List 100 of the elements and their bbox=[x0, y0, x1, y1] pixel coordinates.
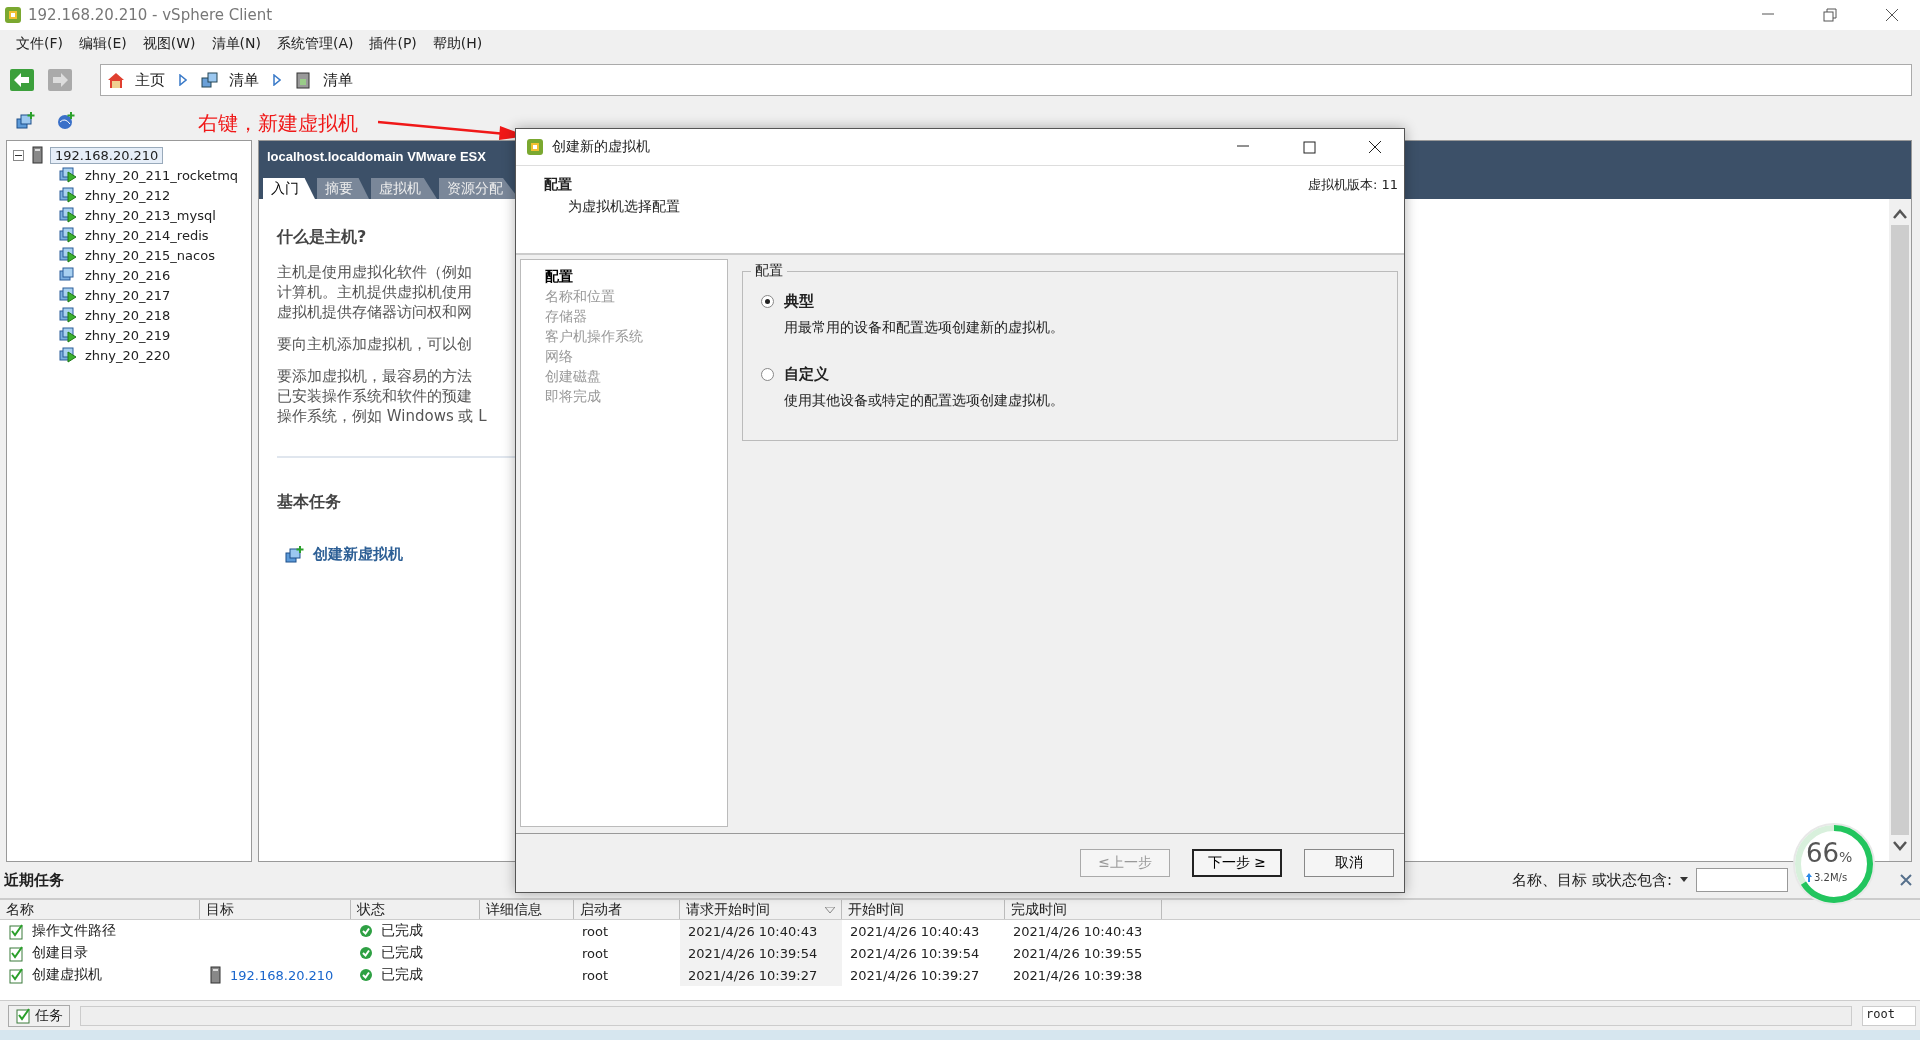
tree-item[interactable]: zhny_20_218 bbox=[83, 307, 173, 323]
step-title: 配置 bbox=[544, 176, 573, 194]
app-logo-icon bbox=[4, 6, 22, 24]
server-icon bbox=[208, 966, 222, 984]
tree-item[interactable]: zhny_20_212 bbox=[83, 187, 173, 203]
dropdown-caret-icon[interactable] bbox=[1680, 877, 1688, 883]
task-check-icon bbox=[15, 1007, 31, 1024]
annotation-text: 右键，新建虚拟机 bbox=[198, 110, 358, 137]
tree-item[interactable]: zhny_20_219 bbox=[83, 327, 173, 343]
wizard-step: 配置 bbox=[545, 266, 727, 286]
column-header[interactable]: 启动者 bbox=[574, 900, 680, 919]
server-icon bbox=[30, 146, 44, 164]
tree-item[interactable]: zhny_20_215_nacos bbox=[83, 247, 217, 263]
table-cell: 2021/4/26 10:40:43 bbox=[850, 923, 980, 939]
percent-label: 66% bbox=[1806, 838, 1853, 868]
success-icon bbox=[359, 946, 373, 960]
breadcrumb-item[interactable]: 清单 bbox=[289, 70, 359, 90]
table-cell: root bbox=[582, 967, 609, 983]
table-cell: 创建虚拟机 bbox=[32, 966, 102, 984]
radio-button[interactable] bbox=[761, 295, 774, 308]
table-cell: 2021/4/26 10:40:43 bbox=[688, 923, 818, 939]
option-description: 使用其他设备或特定的配置选项创建虚拟机。 bbox=[783, 392, 1065, 410]
paragraph-line: 虚拟机提供存储器访问权和网 bbox=[277, 302, 473, 322]
paragraph-line: 要向主机添加虚拟机，可以创 bbox=[277, 334, 473, 354]
chevron-down-icon[interactable] bbox=[1893, 841, 1907, 851]
table-cell: 2021/4/26 10:39:27 bbox=[688, 967, 818, 983]
tree-item[interactable]: zhny_20_213_mysql bbox=[83, 207, 218, 223]
task-check-icon bbox=[8, 966, 24, 984]
table-cell: 2021/4/26 10:39:54 bbox=[850, 945, 980, 961]
tree-item[interactable]: zhny_20_217 bbox=[83, 287, 173, 303]
tab[interactable]: 入门 bbox=[263, 178, 315, 199]
column-header[interactable]: 名称 bbox=[0, 900, 200, 919]
create-vm-link[interactable]: 创建新虚拟机 bbox=[313, 545, 403, 564]
globe-add-icon[interactable] bbox=[56, 112, 76, 130]
menu-item[interactable]: 视图(W) bbox=[134, 33, 204, 55]
menu-item[interactable]: 系统管理(A) bbox=[268, 33, 362, 55]
menu-item[interactable]: 编辑(E) bbox=[71, 33, 135, 55]
paragraph-line: 主机是使用虚拟化软件（例如 bbox=[277, 262, 473, 282]
target-link[interactable]: 192.168.20.210 bbox=[230, 967, 334, 983]
success-icon bbox=[359, 968, 373, 982]
table-cell: 2021/4/26 10:39:55 bbox=[1013, 945, 1143, 961]
table-cell: 已完成 bbox=[381, 966, 423, 984]
column-header[interactable]: 目标 bbox=[200, 900, 351, 919]
menu-item[interactable]: 清单(N) bbox=[203, 33, 269, 55]
user-label: root bbox=[1862, 1005, 1916, 1026]
paragraph-line: 操作系统，例如 Windows 或 L bbox=[277, 406, 488, 426]
table-cell: 2021/4/26 10:39:54 bbox=[688, 945, 818, 961]
upload-arrow-icon bbox=[1806, 873, 1812, 882]
wizard-step: 创建磁盘 bbox=[545, 366, 727, 386]
restore-icon[interactable] bbox=[1820, 6, 1840, 24]
column-header[interactable]: 请求开始时间 bbox=[680, 900, 842, 919]
breadcrumb-item[interactable]: 主页 bbox=[101, 70, 171, 90]
table-cell: 2021/4/26 10:39:27 bbox=[850, 967, 980, 983]
version-label: 虚拟机版本: 11 bbox=[1307, 176, 1398, 194]
menu-item[interactable]: 帮助(H) bbox=[424, 33, 491, 55]
option-label[interactable]: 典型 bbox=[784, 292, 814, 311]
table-cell: 已完成 bbox=[381, 944, 423, 962]
chevron-right-icon bbox=[179, 74, 187, 86]
stacked-boxes-icon bbox=[201, 71, 219, 89]
wizard-step: 客户机操作系统 bbox=[545, 326, 727, 346]
breadcrumb-item[interactable]: 清单 bbox=[195, 70, 265, 90]
speed-label: 3.2M/s bbox=[1814, 872, 1848, 883]
window-title: 192.168.20.210 - vSphere Client bbox=[28, 6, 274, 24]
dialog-button[interactable]: 取消 bbox=[1304, 849, 1394, 877]
home-icon bbox=[107, 71, 125, 89]
option-label[interactable]: 自定义 bbox=[784, 365, 829, 384]
column-header[interactable]: 状态 bbox=[351, 900, 480, 919]
tree-item[interactable]: zhny_20_216 bbox=[83, 267, 173, 283]
section-heading: 基本任务 bbox=[277, 492, 342, 513]
column-header[interactable]: 完成时间 bbox=[1005, 900, 1162, 919]
chevron-up-icon[interactable] bbox=[1893, 209, 1907, 219]
tree-item[interactable]: zhny_20_220 bbox=[83, 347, 173, 363]
menu-item[interactable]: 文件(F) bbox=[8, 33, 71, 55]
radio-button[interactable] bbox=[761, 368, 774, 381]
dialog-button[interactable]: 下一步 ≥ bbox=[1192, 849, 1282, 877]
app-logo-icon bbox=[526, 138, 544, 156]
scrollbar[interactable] bbox=[1889, 199, 1911, 861]
column-header[interactable]: 详细信息 bbox=[480, 900, 574, 919]
panel-title: 近期任务 bbox=[4, 870, 65, 890]
new-vm-icon[interactable] bbox=[16, 112, 36, 130]
wizard-step: 存储器 bbox=[545, 306, 727, 326]
filter-field[interactable] bbox=[1696, 868, 1788, 892]
tree-item[interactable]: zhny_20_214_redis bbox=[83, 227, 211, 243]
menu-item[interactable]: 插件(P) bbox=[361, 33, 425, 55]
collapse-icon[interactable] bbox=[13, 149, 24, 161]
chevron-right-icon bbox=[273, 74, 281, 86]
group-label: 配置 bbox=[751, 262, 787, 280]
table-cell: root bbox=[582, 945, 609, 961]
tree-item[interactable]: 192.168.20.210 bbox=[50, 146, 164, 164]
table-cell: 2021/4/26 10:40:43 bbox=[1013, 923, 1143, 939]
column-header[interactable]: 开始时间 bbox=[842, 900, 1005, 919]
table-cell: 2021/4/26 10:39:38 bbox=[1013, 967, 1143, 983]
server-icon bbox=[295, 71, 313, 89]
section-heading: 什么是主机? bbox=[277, 227, 368, 248]
table-cell: 已完成 bbox=[381, 922, 423, 940]
dialog-title: 创建新的虚拟机 bbox=[552, 138, 651, 156]
panel-title: localhost.localdomain VMware ESX bbox=[267, 149, 486, 164]
tasks-tab[interactable]: 任务 bbox=[8, 1004, 70, 1027]
tree-item[interactable]: zhny_20_211_rocketmq bbox=[83, 167, 241, 183]
wizard-step: 网络 bbox=[545, 346, 727, 366]
